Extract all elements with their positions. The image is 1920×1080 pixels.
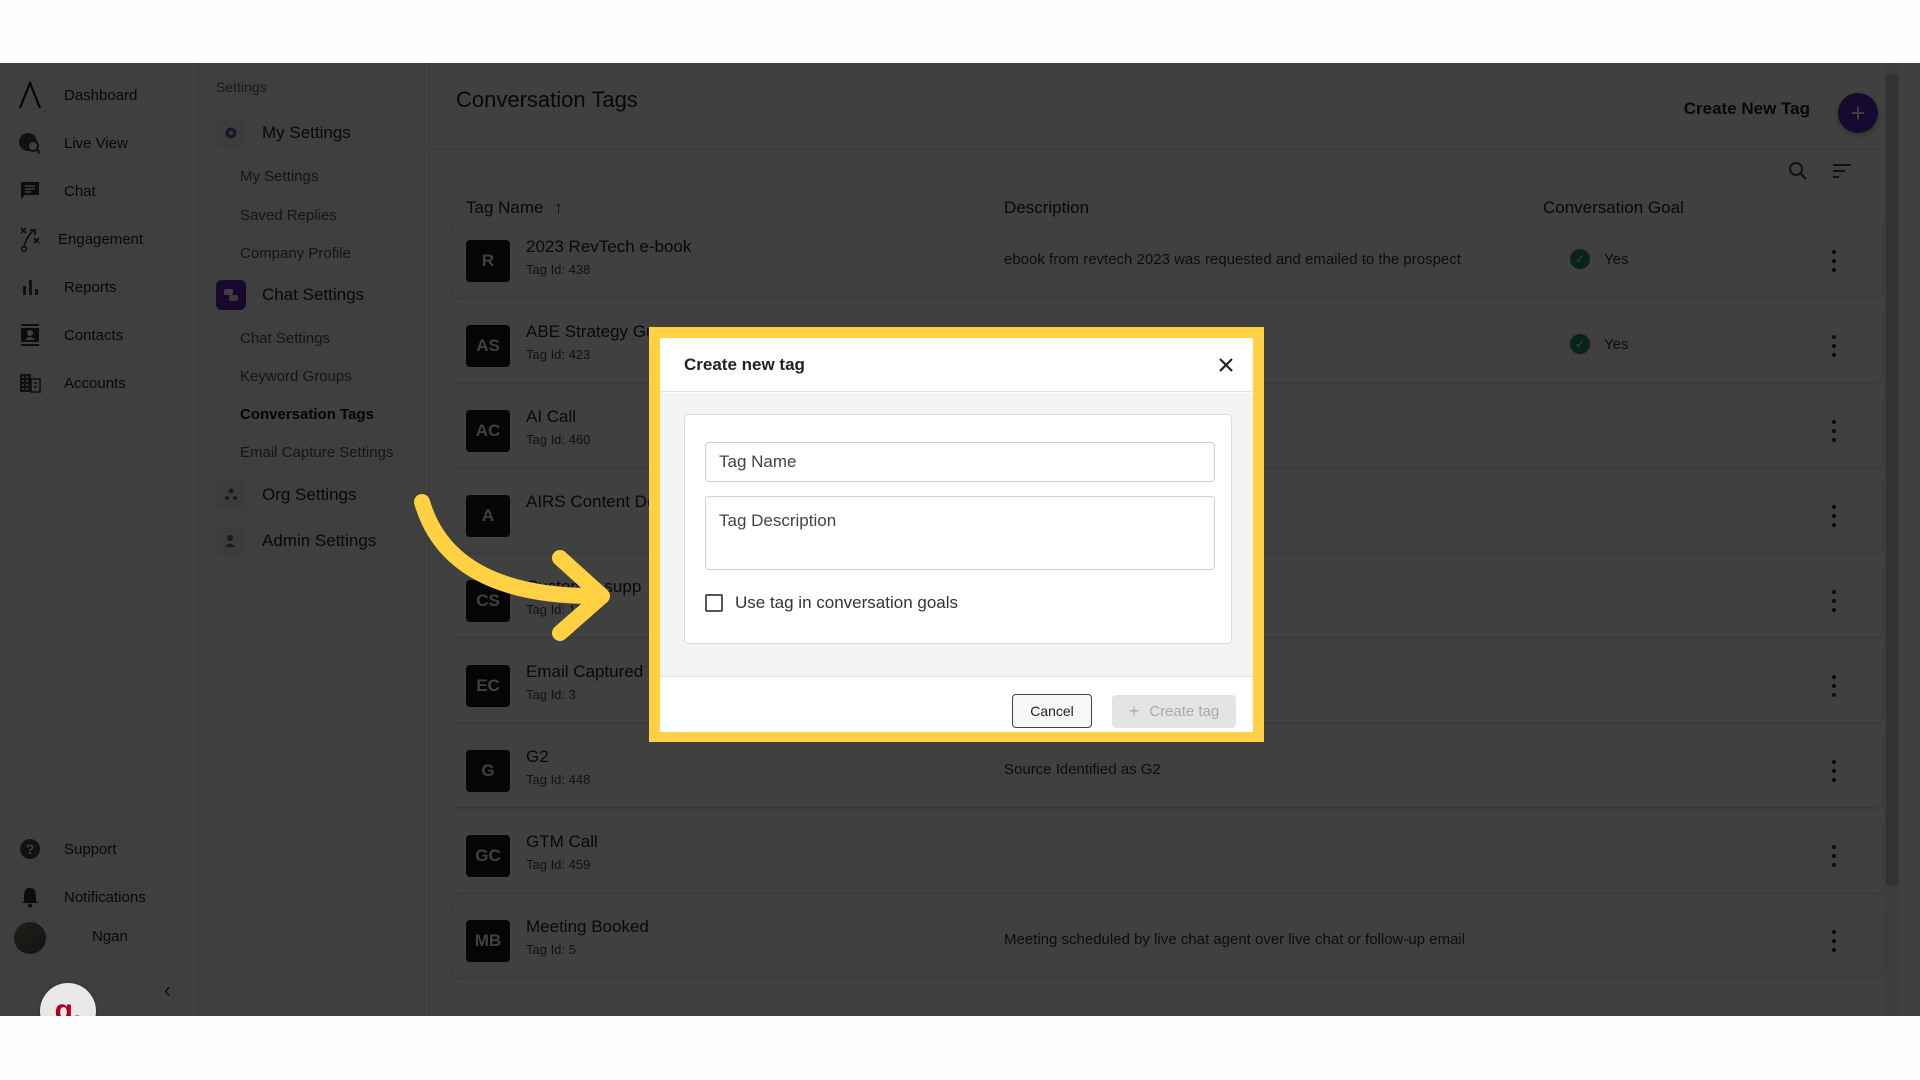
plus-icon: + <box>1128 701 1140 721</box>
tag-description-input[interactable] <box>705 496 1215 570</box>
app-window: Dashboard Live View Chat Engagement Repo… <box>0 63 1920 1016</box>
create-tag-dialog: Create new tag Use tag in conversation g… <box>660 338 1253 732</box>
annotation-arrow-icon <box>414 494 610 641</box>
conversation-goal-option[interactable]: Use tag in conversation goals <box>705 593 958 613</box>
cancel-button[interactable]: Cancel <box>1012 694 1092 728</box>
tag-name-input[interactable] <box>705 442 1215 482</box>
tag-form: Use tag in conversation goals <box>684 414 1232 644</box>
close-icon[interactable] <box>1211 350 1241 380</box>
dialog-header: Create new tag <box>660 338 1253 392</box>
create-tag-button[interactable]: + Create tag <box>1112 695 1236 728</box>
dialog-title: Create new tag <box>684 355 805 374</box>
dialog-body: Use tag in conversation goals <box>660 393 1253 677</box>
conversation-goal-checkbox[interactable] <box>705 594 723 612</box>
